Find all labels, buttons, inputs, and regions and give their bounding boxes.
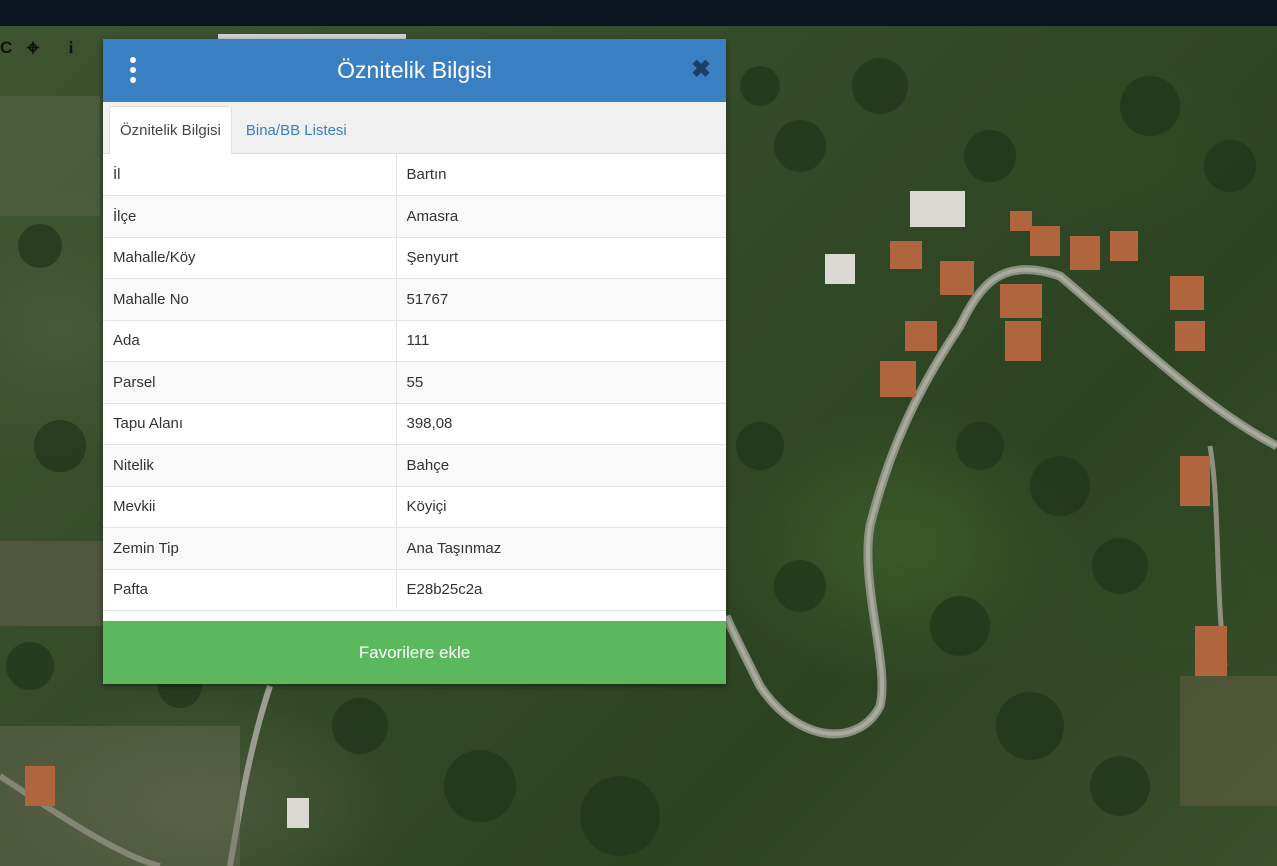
panel-title: Öznitelik Bilgisi bbox=[337, 57, 492, 83]
table-row: Tapu Alanı 398,08 bbox=[103, 403, 726, 445]
attribute-value: Amasra bbox=[396, 195, 726, 238]
table-row: Pafta E28b25c2a bbox=[103, 569, 726, 611]
attribute-table: İl Bartın İlçe Amasra Mahalle/Köy Şenyurt Maha… bbox=[103, 154, 726, 611]
attribute-key: İlçe bbox=[103, 195, 397, 238]
attribute-value: Köyiçi bbox=[396, 486, 726, 528]
table-row: İlçe Amasra bbox=[103, 195, 726, 238]
attribute-value: E28b25c2a bbox=[396, 569, 726, 611]
add-to-favorites-button[interactable]: Favorilere ekle bbox=[103, 621, 726, 684]
crosshair-icon[interactable]: ⌖ bbox=[14, 34, 52, 62]
attribute-key: Ada bbox=[103, 320, 397, 362]
attribute-value: Şenyurt bbox=[396, 237, 726, 279]
attribute-key: Nitelik bbox=[103, 444, 397, 487]
map-toolbar: C ⌖ i bbox=[0, 34, 90, 62]
attribute-key: Parsel bbox=[103, 361, 397, 404]
attribute-value: 398,08 bbox=[396, 403, 726, 445]
attribute-value: Ana Taşınmaz bbox=[396, 527, 726, 570]
attribute-value: Bahçe bbox=[396, 444, 726, 487]
attribute-key: Pafta bbox=[103, 569, 397, 611]
field bbox=[0, 541, 103, 626]
attribute-value: Bartın bbox=[396, 154, 726, 196]
refresh-icon[interactable]: C bbox=[0, 34, 14, 62]
table-row: Mevkii Köyiçi bbox=[103, 486, 726, 528]
attribute-key: Mahalle No bbox=[103, 278, 397, 321]
table-row: Nitelik Bahçe bbox=[103, 444, 726, 487]
top-bar bbox=[0, 0, 1277, 26]
table-row: Mahalle/Köy Şenyurt bbox=[103, 237, 726, 279]
attribute-info-panel: Öznitelik Bilgisi ✖ Öznitelik Bilgisi Bi… bbox=[103, 39, 726, 684]
close-icon[interactable]: ✖ bbox=[690, 57, 712, 83]
attribute-key: Zemin Tip bbox=[103, 527, 397, 570]
table-row: Zemin Tip Ana Taşınmaz bbox=[103, 527, 726, 570]
attribute-key: Tapu Alanı bbox=[103, 403, 397, 445]
attribute-key: İl bbox=[103, 154, 397, 196]
tab-attribute-info[interactable]: Öznitelik Bilgisi bbox=[109, 106, 232, 154]
table-row: Ada 111 bbox=[103, 320, 726, 362]
table-row: İl Bartın bbox=[103, 154, 726, 196]
info-icon[interactable]: i bbox=[52, 34, 90, 62]
kebab-menu-icon[interactable] bbox=[123, 57, 143, 83]
tab-building-list[interactable]: Bina/BB Listesi bbox=[236, 107, 357, 153]
tab-bar: Öznitelik Bilgisi Bina/BB Listesi bbox=[103, 102, 726, 154]
field bbox=[0, 96, 100, 216]
attribute-key: Mevkii bbox=[103, 486, 397, 528]
panel-header: Öznitelik Bilgisi ✖ bbox=[103, 39, 726, 102]
field bbox=[1180, 676, 1277, 806]
table-row: Mahalle No 51767 bbox=[103, 278, 726, 321]
attribute-value: 51767 bbox=[396, 278, 726, 321]
table-row: Parsel 55 bbox=[103, 361, 726, 404]
attribute-key: Mahalle/Köy bbox=[103, 237, 397, 279]
attribute-value: 111 bbox=[396, 320, 726, 362]
attribute-value: 55 bbox=[396, 361, 726, 404]
